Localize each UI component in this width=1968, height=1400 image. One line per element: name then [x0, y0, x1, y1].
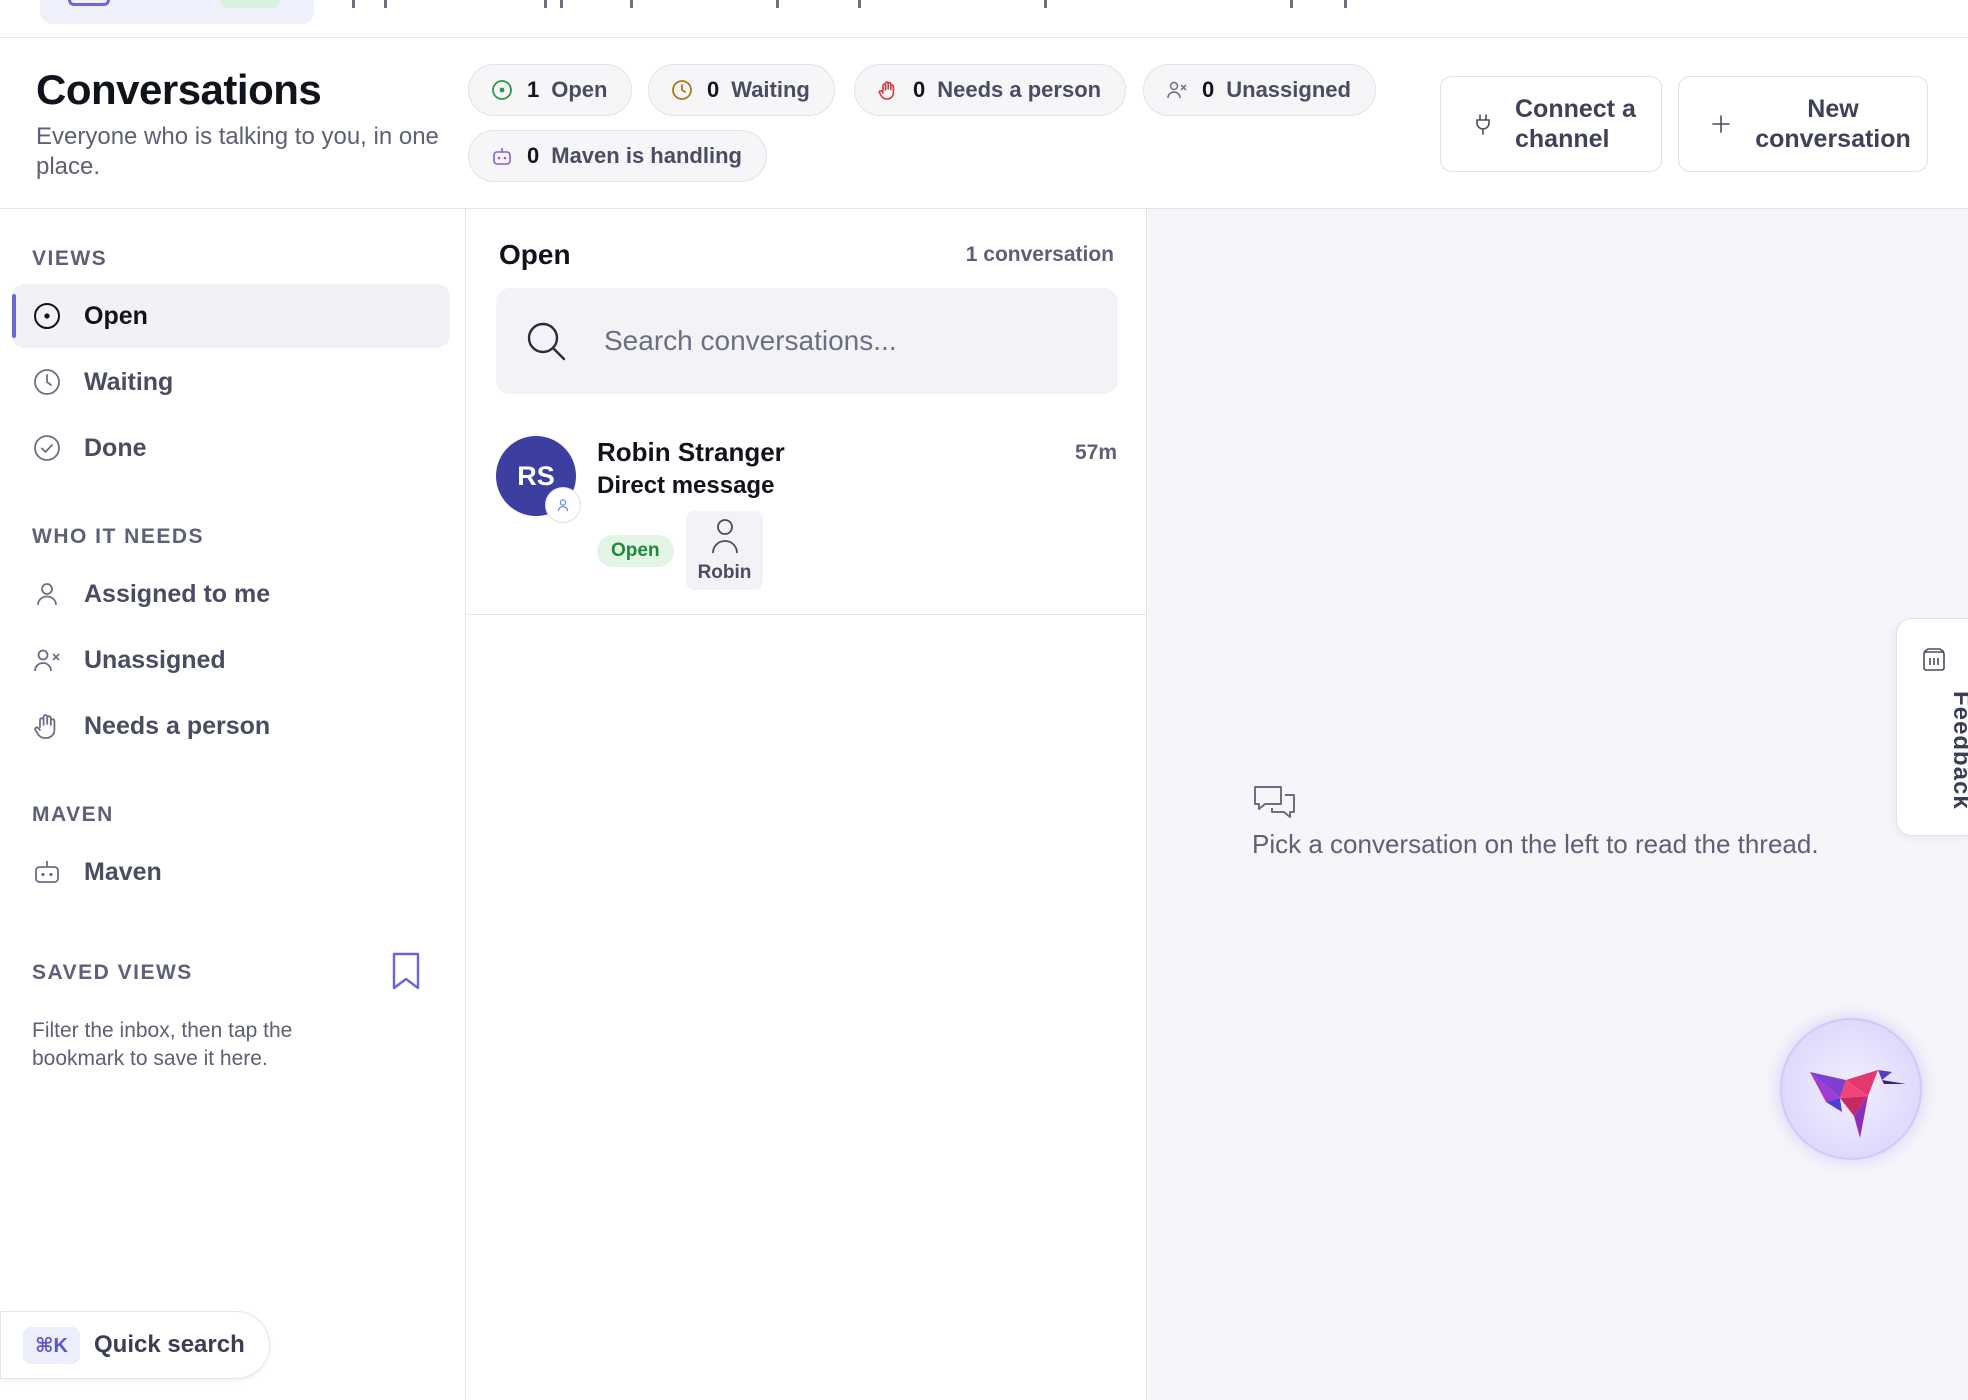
search-box[interactable]	[496, 288, 1118, 394]
connect-channel-button[interactable]: Connect a channel	[1440, 76, 1662, 172]
conversation-list: Open 1 conversation RS Robin Stranger 57…	[467, 209, 1147, 1400]
user-x-icon	[1166, 79, 1188, 101]
sidebar-item-label: Done	[84, 433, 147, 462]
saved-views-hint: Filter the inbox, then tap the bookmark …	[32, 1019, 293, 1070]
assignee-button[interactable]: Robin	[686, 511, 763, 590]
nav-tab[interactable]	[1344, 0, 1347, 8]
sidebar-item-label: Open	[84, 301, 148, 330]
nav-tab[interactable]	[560, 0, 563, 8]
bookmark-icon[interactable]	[390, 951, 422, 991]
plug-icon	[1471, 112, 1495, 136]
conversation-detail: Pick a conversation on the left to read …	[1148, 209, 1968, 1400]
bot-icon	[491, 145, 513, 167]
assignee-label: Robin	[697, 562, 752, 583]
chip-unassigned[interactable]: 0 Unassigned	[1143, 64, 1376, 116]
sidebar: VIEWS Open Waiting Done WHO IT NEEDS Ass…	[0, 209, 466, 1400]
page-header: Conversations Everyone who is talking to…	[0, 38, 1968, 209]
conversation-time: 57m	[1074, 441, 1117, 464]
nav-tab[interactable]	[630, 0, 633, 8]
views-section-title: VIEWS	[32, 247, 108, 270]
keyboard-shortcut: ⌘K	[23, 1326, 80, 1364]
contact-name: Robin Stranger	[597, 437, 785, 467]
sidebar-item-assigned-to-me[interactable]: Assigned to me	[12, 562, 450, 626]
maven-section-title: MAVEN	[32, 803, 114, 826]
chip-count: 0	[1202, 77, 1215, 102]
feedback-icon	[1921, 647, 1947, 673]
quick-search-label: Quick search	[94, 1331, 245, 1358]
conversation-channel: Direct message	[597, 472, 775, 499]
feedback-label: Feedback	[1948, 691, 1968, 810]
who-section-title: WHO IT NEEDS	[32, 525, 205, 548]
status-badge: Open	[597, 535, 674, 567]
chip-needs-person[interactable]: 0 Needs a person	[854, 64, 1127, 116]
chip-count: 0	[527, 143, 540, 168]
search-input[interactable]	[604, 325, 1084, 357]
nav-tab[interactable]	[1044, 0, 1047, 8]
nav-tab[interactable]	[352, 0, 355, 8]
sidebar-item-open[interactable]: Open	[12, 284, 450, 348]
open-circle-icon	[32, 301, 62, 331]
page-subtitle: Everyone who is talking to you, in one p…	[36, 123, 439, 180]
sidebar-item-needs-person[interactable]: Needs a person	[12, 694, 450, 758]
check-circle-icon	[32, 433, 62, 463]
nav-tab[interactable]	[1290, 0, 1293, 8]
search-icon	[524, 319, 568, 363]
inbox-icon	[68, 0, 110, 6]
sidebar-item-label: Waiting	[84, 367, 174, 396]
sidebar-item-label: Needs a person	[84, 711, 271, 740]
empty-state-text: Pick a conversation on the left to read …	[1252, 829, 1819, 859]
sidebar-item-label: Maven	[84, 857, 162, 886]
list-title: Open	[499, 239, 571, 270]
user-x-icon	[32, 645, 62, 675]
chip-open[interactable]: 1 Open	[468, 64, 633, 116]
new-conversation-button[interactable]: New conversation	[1678, 76, 1928, 172]
nav-badge	[220, 0, 280, 8]
sidebar-item-label: Unassigned	[84, 645, 226, 674]
chip-label: Needs a person	[937, 77, 1102, 102]
clock-icon	[671, 79, 693, 101]
chip-label: Open	[551, 77, 608, 102]
sidebar-item-done[interactable]: Done	[12, 416, 450, 480]
chip-count: 0	[913, 77, 926, 102]
conversation-row[interactable]: RS Robin Stranger 57m Direct message Ope…	[467, 409, 1146, 615]
nav-tab-active[interactable]	[40, 0, 314, 24]
feedback-tab[interactable]: Feedback	[1896, 618, 1968, 836]
nav-tab[interactable]	[776, 0, 779, 8]
hummingbird-icon	[1810, 1070, 1906, 1138]
chip-count: 0	[707, 77, 720, 102]
contact-type-icon	[545, 487, 581, 523]
sidebar-item-label: Assigned to me	[84, 579, 271, 608]
user-icon	[709, 517, 741, 560]
clock-icon	[32, 367, 62, 397]
sidebar-item-maven[interactable]: Maven	[12, 840, 450, 904]
connect-channel-label: Connect a channel	[1515, 95, 1636, 153]
conversation-count: 1 conversation	[965, 243, 1114, 266]
saved-views-section-title: SAVED VIEWS	[32, 961, 193, 984]
nav-tab[interactable]	[858, 0, 861, 8]
bot-icon	[32, 857, 62, 887]
top-navigation	[0, 0, 1968, 38]
hand-icon	[32, 711, 62, 741]
chat-bubbles-icon	[1252, 783, 1298, 827]
sidebar-item-waiting[interactable]: Waiting	[12, 350, 450, 414]
quick-search-button[interactable]: ⌘K Quick search	[0, 1311, 270, 1379]
chip-waiting[interactable]: 0 Waiting	[648, 64, 835, 116]
hand-icon	[877, 79, 899, 101]
chip-label: Waiting	[731, 77, 810, 102]
nav-tab[interactable]	[544, 0, 547, 8]
plus-icon	[1709, 112, 1733, 136]
chip-count: 1	[527, 77, 540, 102]
chip-label: Maven is handling	[551, 143, 742, 168]
sidebar-item-unassigned[interactable]: Unassigned	[12, 628, 450, 692]
chip-label: Unassigned	[1226, 77, 1351, 102]
new-conversation-label: New conversation	[1755, 95, 1911, 153]
maven-assistant-button[interactable]	[1780, 1018, 1922, 1160]
nav-tab[interactable]	[384, 0, 387, 8]
chip-maven-handling[interactable]: 0 Maven is handling	[468, 130, 767, 182]
user-icon	[32, 579, 62, 609]
page-title: Conversations	[36, 66, 322, 113]
open-circle-icon	[491, 79, 513, 101]
